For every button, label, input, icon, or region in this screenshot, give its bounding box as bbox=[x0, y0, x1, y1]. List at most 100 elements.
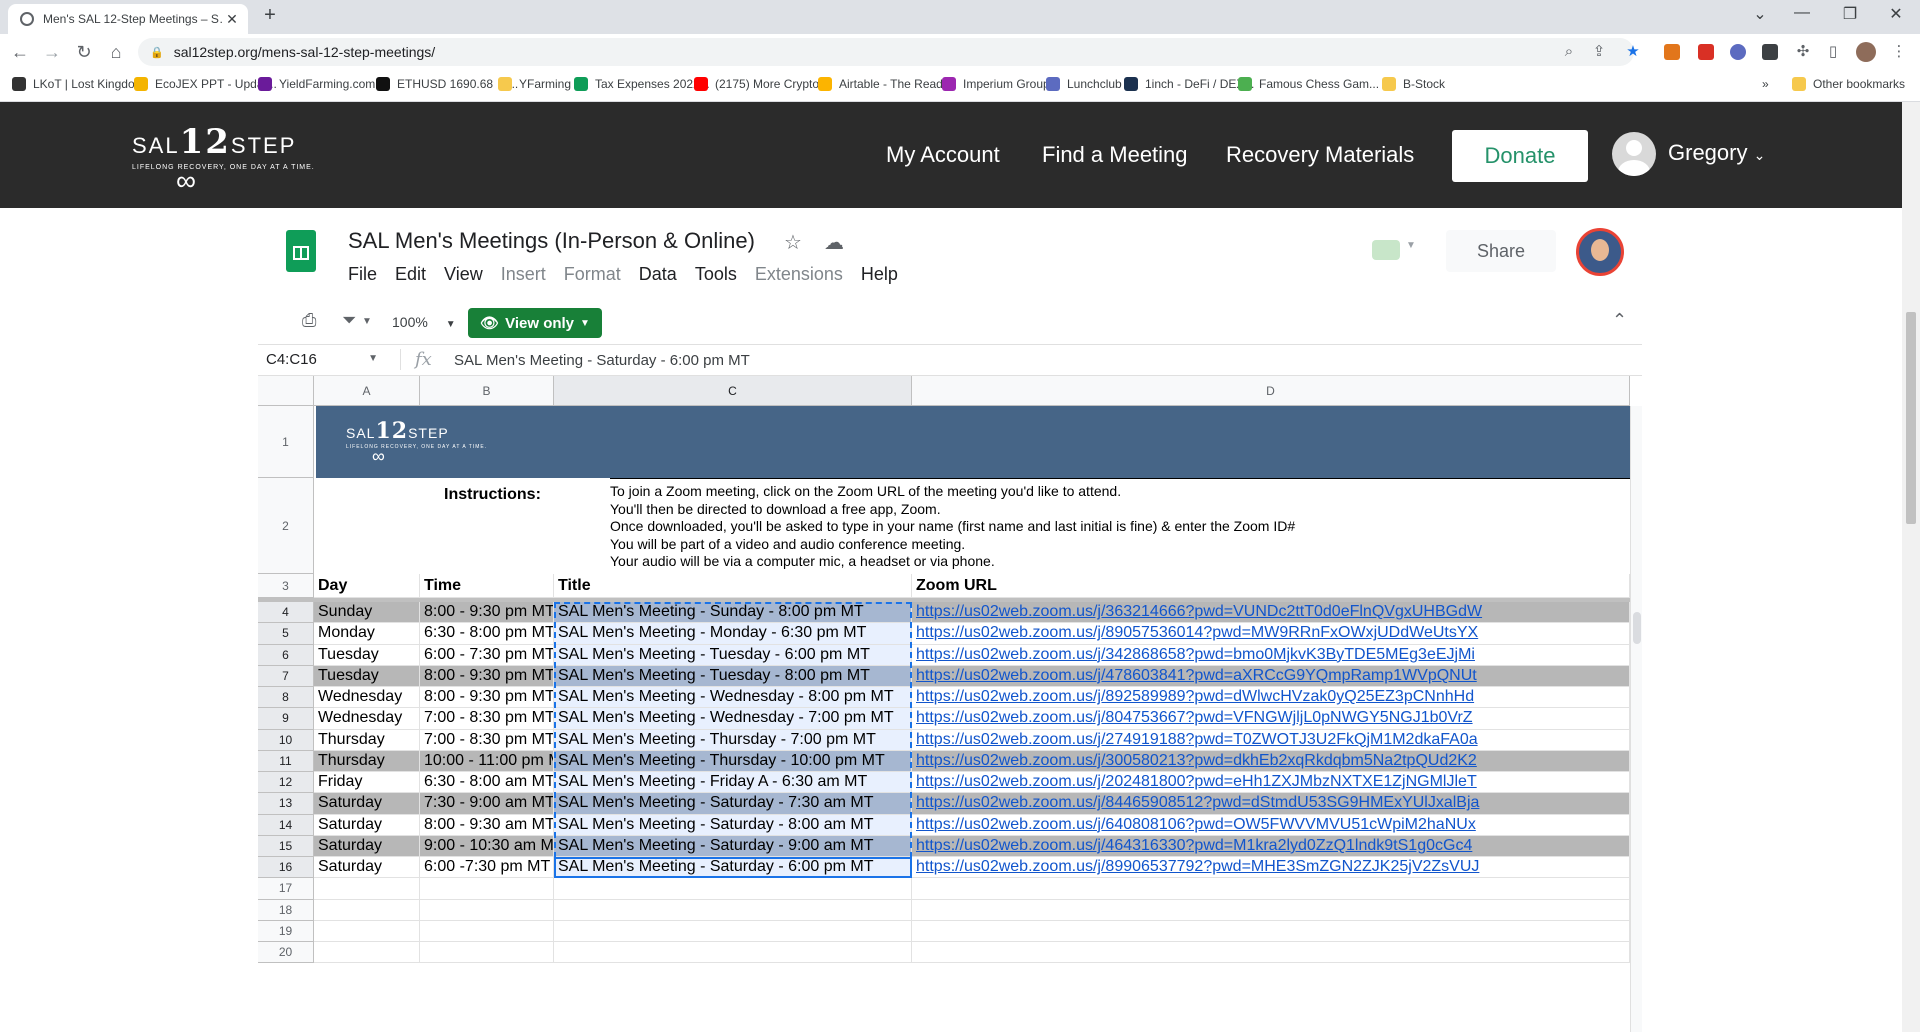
cell-title[interactable]: SAL Men's Meeting - Monday - 6:30 pm MT bbox=[554, 623, 912, 645]
cell-title[interactable]: SAL Men's Meeting - Saturday - 7:30 am M… bbox=[554, 793, 912, 815]
zoom-link[interactable]: https://us02web.zoom.us/j/478603841?pwd=… bbox=[912, 665, 1630, 687]
spreadsheet-grid[interactable]: SAL12STEP LIFELONG RECOVERY, ONE DAY AT … bbox=[258, 376, 1642, 1032]
home-icon[interactable]: ⌂ bbox=[104, 40, 128, 64]
reload-icon[interactable]: ↻ bbox=[72, 40, 96, 64]
cell-title[interactable]: SAL Men's Meeting - Saturday - 8:00 am M… bbox=[554, 814, 912, 836]
bookmark-item[interactable]: YFarming bbox=[498, 77, 571, 91]
browser-tab[interactable]: Men's SAL 12-Step Meetings – S… ✕ bbox=[8, 4, 248, 34]
cell-time[interactable]: 10:00 - 11:00 pm MT bbox=[420, 750, 554, 772]
zoom-select[interactable]: 100% ▼ bbox=[392, 314, 456, 330]
header-zoom-url[interactable]: Zoom URL bbox=[912, 574, 1630, 598]
row-header[interactable]: 18 bbox=[258, 899, 314, 921]
profile-icon[interactable] bbox=[1856, 42, 1876, 62]
empty-cell[interactable] bbox=[912, 899, 1630, 921]
empty-cell[interactable] bbox=[554, 878, 912, 900]
share-button[interactable]: Share bbox=[1446, 230, 1556, 272]
back-icon[interactable]: ← bbox=[8, 40, 32, 64]
bookmark-item[interactable]: B-Stock bbox=[1382, 77, 1445, 91]
cell-day[interactable]: Monday bbox=[314, 623, 420, 645]
cell-day[interactable]: Thursday bbox=[314, 750, 420, 772]
cell-day[interactable]: Saturday bbox=[314, 857, 420, 879]
zoom-icon[interactable]: ⌕ bbox=[1558, 40, 1580, 64]
menu-help[interactable]: Help bbox=[861, 264, 898, 285]
zoom-link[interactable]: https://us02web.zoom.us/j/274919188?pwd=… bbox=[912, 729, 1630, 751]
cloud-icon[interactable]: ☁ bbox=[824, 230, 844, 255]
cell-day[interactable]: Friday bbox=[314, 772, 420, 794]
cell-day[interactable]: Saturday bbox=[314, 793, 420, 815]
extension-icon[interactable] bbox=[1762, 44, 1778, 60]
nav-recovery-materials[interactable]: Recovery Materials bbox=[1226, 142, 1414, 168]
frozen-divider[interactable] bbox=[258, 598, 1642, 602]
menu-file[interactable]: File bbox=[348, 264, 377, 285]
meet-button[interactable]: ▼ bbox=[1372, 236, 1416, 264]
nav-find-a-meeting[interactable]: Find a Meeting bbox=[1042, 142, 1188, 168]
column-header-a[interactable]: A bbox=[314, 376, 420, 406]
row-header[interactable]: 4 bbox=[258, 602, 314, 624]
cell-time[interactable]: 8:00 - 9:30 am MT bbox=[420, 814, 554, 836]
metamask-icon[interactable] bbox=[1664, 44, 1680, 60]
cell-day[interactable]: Saturday bbox=[314, 835, 420, 857]
row-header[interactable]: 3 bbox=[258, 574, 314, 598]
user-menu[interactable]: Gregory ⌄ bbox=[1668, 140, 1765, 166]
chevron-down-icon[interactable]: ⌄ bbox=[1750, 4, 1770, 24]
cell-title[interactable]: SAL Men's Meeting - Saturday - 9:00 am M… bbox=[554, 835, 912, 857]
cell-time[interactable]: 9:00 - 10:30 am MT bbox=[420, 835, 554, 857]
column-header-c[interactable]: C bbox=[554, 376, 912, 406]
other-bookmarks[interactable]: Other bookmarks bbox=[1792, 77, 1905, 91]
menu-view[interactable]: View bbox=[444, 264, 483, 285]
bookmark-item[interactable]: ETHUSD 1690.68 ▼... bbox=[376, 77, 518, 91]
bookmark-item[interactable]: (2175) More Crypto... bbox=[694, 77, 829, 91]
cell-time[interactable]: 7:30 - 9:00 am MT bbox=[420, 793, 554, 815]
collapse-icon[interactable]: ⌃ bbox=[1612, 310, 1627, 331]
grid-scrollbar[interactable] bbox=[1630, 406, 1642, 1032]
bookmark-item[interactable]: 1inch - DeFi / DEX... bbox=[1124, 77, 1254, 91]
minimize-icon[interactable]: — bbox=[1792, 4, 1812, 22]
bookmark-item[interactable]: LKoT | Lost Kingdo... bbox=[12, 77, 145, 91]
cell-title[interactable]: SAL Men's Meeting - Wednesday - 7:00 pm … bbox=[554, 708, 912, 730]
cell-time[interactable]: 7:00 - 8:30 pm MT bbox=[420, 729, 554, 751]
empty-cell[interactable] bbox=[314, 878, 420, 900]
empty-cell[interactable] bbox=[420, 878, 554, 900]
cell-title[interactable]: SAL Men's Meeting - Friday A - 6:30 am M… bbox=[554, 772, 912, 794]
empty-cell[interactable] bbox=[912, 942, 1630, 964]
bookmark-item[interactable]: Airtable - The Readi... bbox=[818, 77, 956, 91]
cell-time[interactable]: 7:00 - 8:30 pm MT bbox=[420, 708, 554, 730]
empty-cell[interactable] bbox=[420, 942, 554, 964]
row-header[interactable]: 5 bbox=[258, 623, 314, 645]
row-header[interactable]: 9 bbox=[258, 708, 314, 730]
more-vert-icon[interactable]: ⋮ bbox=[1888, 40, 1910, 64]
share-page-icon[interactable]: ⇪ bbox=[1588, 40, 1610, 64]
more-bookmarks-icon[interactable]: » bbox=[1762, 77, 1769, 91]
bookmark-item[interactable]: EcoJEX PPT - Updat... bbox=[134, 77, 277, 91]
cell-title[interactable]: SAL Men's Meeting - Saturday - 6:00 pm M… bbox=[554, 857, 912, 879]
row-header[interactable]: 10 bbox=[258, 729, 314, 751]
empty-cell[interactable] bbox=[912, 878, 1630, 900]
empty-cell[interactable] bbox=[554, 899, 912, 921]
page-scrollbar[interactable] bbox=[1902, 102, 1920, 1032]
header-time[interactable]: Time bbox=[420, 574, 554, 598]
bookmark-item[interactable]: YieldFarming.com... bbox=[258, 77, 385, 91]
zoom-link[interactable]: https://us02web.zoom.us/j/202481800?pwd=… bbox=[912, 772, 1630, 794]
row-header[interactable]: 19 bbox=[258, 920, 314, 942]
row-header[interactable]: 11 bbox=[258, 750, 314, 772]
column-header-d[interactable]: D bbox=[912, 376, 1630, 406]
empty-cell[interactable] bbox=[912, 920, 1630, 942]
row-header[interactable]: 2 bbox=[258, 478, 314, 574]
puzzle-icon[interactable]: ✣ bbox=[1792, 40, 1814, 64]
account-avatar[interactable] bbox=[1576, 228, 1624, 276]
header-title[interactable]: Title bbox=[554, 574, 912, 598]
cell-time[interactable]: 8:00 - 9:30 pm MT bbox=[420, 687, 554, 709]
empty-cell[interactable] bbox=[420, 899, 554, 921]
zoom-link[interactable]: https://us02web.zoom.us/j/89057536014?pw… bbox=[912, 623, 1630, 645]
cell-day[interactable]: Sunday bbox=[314, 602, 420, 624]
forward-icon[interactable]: → bbox=[40, 40, 64, 64]
row-header[interactable]: 13 bbox=[258, 793, 314, 815]
document-title[interactable]: SAL Men's Meetings (In-Person & Online) bbox=[348, 228, 755, 254]
bookmark-item[interactable]: Imperium Group bbox=[942, 77, 1050, 91]
zoom-link[interactable]: https://us02web.zoom.us/j/342868658?pwd=… bbox=[912, 644, 1630, 666]
empty-cell[interactable] bbox=[314, 899, 420, 921]
close-window-icon[interactable]: ✕ bbox=[1886, 4, 1906, 24]
star-icon[interactable]: ☆ bbox=[784, 230, 802, 255]
row-header[interactable]: 20 bbox=[258, 942, 314, 964]
cell-time[interactable]: 6:30 - 8:00 am MT bbox=[420, 772, 554, 794]
